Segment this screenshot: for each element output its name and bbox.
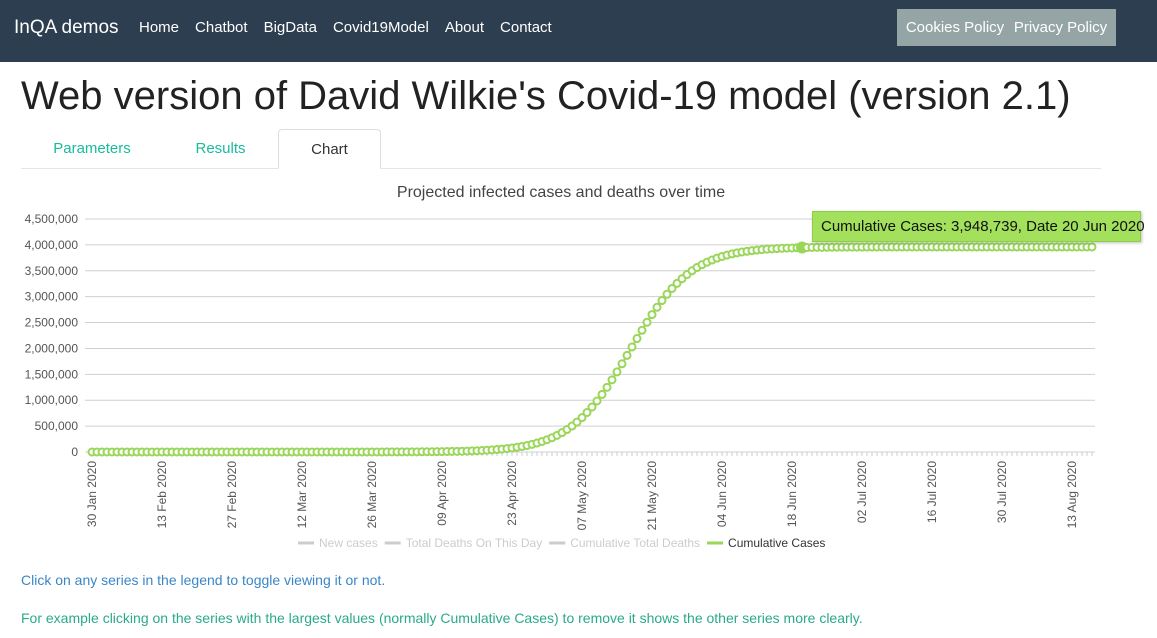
y-tick-label: 1,000,000	[25, 393, 79, 407]
privacy-policy-link[interactable]: Privacy Policy	[1014, 19, 1107, 36]
x-tick-label: 23 Apr 2020	[505, 461, 519, 526]
data-point[interactable]	[612, 367, 622, 377]
chart-title: Projected infected cases and deaths over…	[397, 184, 725, 201]
nav-links: Home Chatbot BigData Covid19Model About …	[139, 19, 552, 36]
y-tick-label: 3,500,000	[25, 264, 79, 278]
tab-chart[interactable]: Chart	[278, 129, 381, 169]
chart-tooltip: Cumulative Cases: 3,948,739, Date 20 Jun…	[812, 211, 1145, 242]
legend-item-cumulative-cases[interactable]: Cumulative Cases	[707, 536, 825, 550]
legend-label: Total Deaths On This Day	[406, 536, 543, 550]
tab-bar: Parameters Results Chart	[21, 129, 1101, 169]
data-point[interactable]	[637, 325, 647, 335]
x-tick-label: 30 Jan 2020	[85, 461, 99, 527]
y-tick-label: 2,500,000	[25, 316, 79, 330]
tab-parameters[interactable]: Parameters	[21, 129, 163, 169]
x-tick-label: 21 May 2020	[645, 461, 659, 531]
legend-label: Cumulative Total Deaths	[570, 536, 700, 550]
series-line-cumulative-cases[interactable]	[92, 245, 1092, 453]
y-tick-label: 4,000,000	[25, 238, 79, 252]
x-tick-label: 09 Apr 2020	[435, 461, 449, 526]
legend-item-cumulative-total-deaths[interactable]: Cumulative Total Deaths	[549, 536, 700, 550]
nav-contact[interactable]: Contact	[500, 19, 552, 36]
y-tick-label: 2,000,000	[25, 341, 79, 355]
data-point[interactable]	[622, 350, 632, 360]
legend-hint-text: Click on any series in the legend to tog…	[21, 572, 386, 588]
x-tick-label: 27 Feb 2020	[225, 461, 239, 529]
data-point[interactable]	[627, 342, 637, 352]
nav-home[interactable]: Home	[139, 19, 179, 36]
legend-item-total-deaths-on-this-day[interactable]: Total Deaths On This Day	[384, 536, 543, 550]
data-point[interactable]	[652, 302, 662, 312]
example-hint-text: For example clicking on the series with …	[21, 610, 863, 626]
page-title: Web version of David Wilkie's Covid-19 m…	[21, 74, 1071, 118]
data-point[interactable]	[597, 389, 607, 399]
x-tick-label: 13 Feb 2020	[155, 461, 169, 529]
x-tick-label: 07 May 2020	[575, 461, 589, 531]
x-tick-label: 04 Jun 2020	[715, 461, 729, 527]
data-point[interactable]	[607, 375, 617, 385]
x-tick-label: 16 Jul 2020	[925, 461, 939, 523]
y-tick-label: 3,000,000	[25, 290, 79, 304]
data-point[interactable]	[592, 396, 602, 406]
x-tick-label: 18 Jun 2020	[785, 461, 799, 527]
nav-bigdata[interactable]: BigData	[264, 19, 317, 36]
data-point[interactable]	[1087, 242, 1097, 252]
data-point[interactable]	[642, 317, 652, 327]
data-point[interactable]	[657, 296, 667, 306]
policy-links: Cookies Policy Privacy Policy	[897, 9, 1116, 46]
navbar: InQA demos Home Chatbot BigData Covid19M…	[0, 0, 1157, 62]
x-tick-label: 26 Mar 2020	[365, 461, 379, 529]
data-point[interactable]	[647, 310, 657, 320]
data-point[interactable]	[632, 334, 642, 344]
brand-link[interactable]: InQA demos	[14, 17, 119, 39]
cookies-policy-link[interactable]: Cookies Policy	[906, 19, 1004, 36]
data-point[interactable]	[617, 359, 627, 369]
legend-label: New cases	[319, 536, 378, 550]
x-tick-label: 02 Jul 2020	[855, 461, 869, 523]
x-tick-label: 12 Mar 2020	[295, 461, 309, 529]
y-tick-label: 4,500,000	[25, 212, 79, 226]
legend-label: Cumulative Cases	[728, 536, 825, 550]
nav-covid19model[interactable]: Covid19Model	[333, 19, 429, 36]
legend-item-new-cases[interactable]: New cases	[298, 536, 378, 550]
y-tick-label: 1,500,000	[25, 367, 79, 381]
x-tick-label: 13 Aug 2020	[1065, 461, 1079, 529]
y-tick-label: 500,000	[35, 419, 79, 433]
nav-chatbot[interactable]: Chatbot	[195, 19, 248, 36]
x-tick-label: 30 Jul 2020	[995, 461, 1009, 523]
tab-results[interactable]: Results	[163, 129, 278, 169]
y-tick-label: 0	[71, 445, 78, 459]
data-point[interactable]	[602, 382, 612, 392]
nav-about[interactable]: About	[445, 19, 484, 36]
